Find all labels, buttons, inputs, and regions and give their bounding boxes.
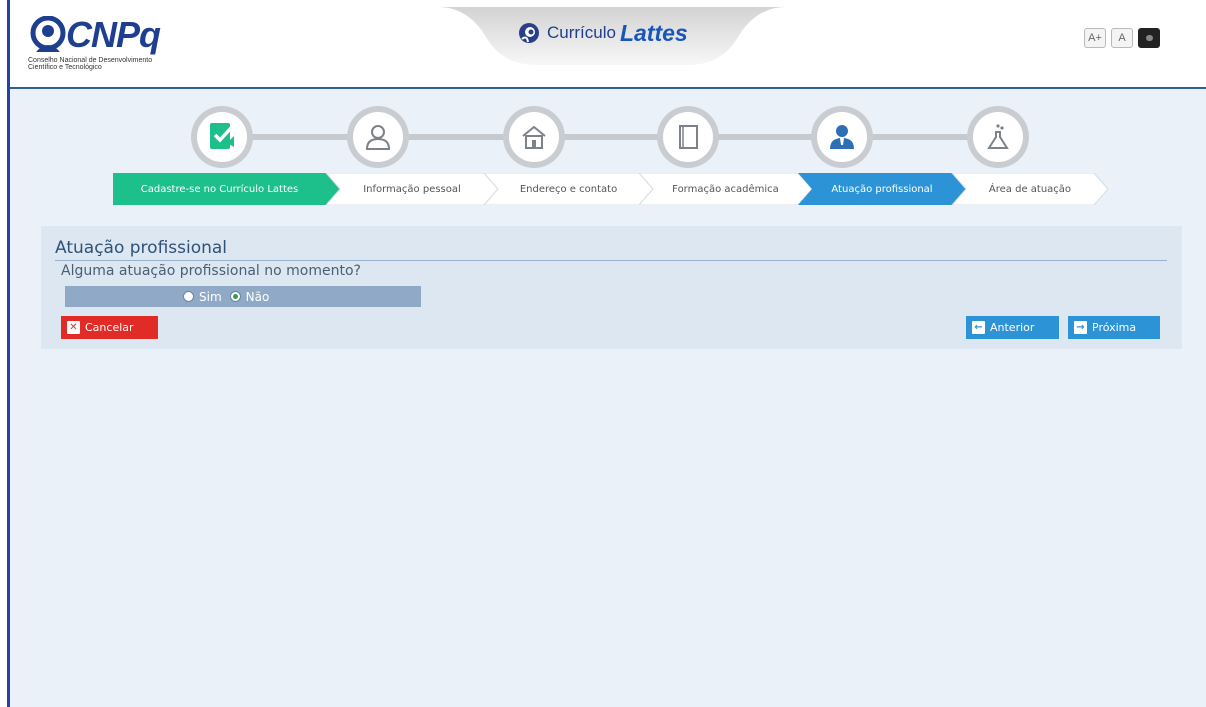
cnpq-logo-icon [30,16,66,52]
house-icon [522,125,546,149]
next-label: Próxima [1092,321,1137,334]
radio-option-nao[interactable]: Não [229,289,270,304]
default-font-button[interactable]: A [1111,28,1133,48]
logo-subtitle-line: Conselho Nacional de Desenvolvimento [28,57,153,64]
logo-subtitle: Conselho Nacional de Desenvolvimento Cie… [28,57,198,71]
step-4-circle[interactable] [657,106,719,168]
arrow-right-icon: → [1074,321,1087,334]
step-informacao-pessoal[interactable]: Informação pessoal [340,173,484,205]
cancel-button[interactable]: ✕ Cancelar [61,316,158,339]
step-formacao-academica[interactable]: Formação acadêmica [653,173,798,205]
cnpq-logo[interactable]: CNPq Conselho Nacional de Desenvolviment… [28,14,208,76]
close-icon: ✕ [67,321,80,334]
next-button[interactable]: → Próxima [1068,316,1160,339]
radio-sim[interactable] [183,291,194,302]
section-divider [55,260,1167,261]
cancel-label: Cancelar [85,321,134,334]
logo-text: CNPq [66,14,161,55]
lattes-logo-icon [519,23,539,43]
step-3-circle[interactable] [503,106,565,168]
radio-nao[interactable] [229,291,241,302]
step-cadastre[interactable]: Cadastre-se no Currículo Lattes [113,173,326,205]
step-6-circle[interactable] [967,106,1029,168]
step-5-circle[interactable] [811,106,873,168]
app-title-big: Lattes [619,19,688,46]
step-atuacao-profissional[interactable]: Atuação profissional [812,173,952,205]
book-icon [679,125,698,149]
person-icon [365,125,391,150]
arrow-left-icon: ← [972,321,985,334]
professional-icon [830,125,854,149]
form-panel: Atuação profissional Alguma atuação prof… [41,226,1182,349]
previous-label: Anterior [990,321,1035,334]
contrast-button[interactable] [1138,28,1160,48]
step-endereco-contato[interactable]: Endereço e contato [498,173,639,205]
radio-option-sim[interactable]: Sim [183,290,222,304]
checklist-icon [210,123,234,149]
previous-button[interactable]: ← Anterior [966,316,1059,339]
logo-subtitle-line: Científico e Tecnológico [28,64,102,71]
contrast-icon [1145,35,1153,41]
answer-radio-group: Sim Não [65,286,421,307]
app-title: Currículo Lattes [518,18,688,48]
increase-font-button[interactable]: A+ [1084,28,1106,48]
app-title-small: Currículo [547,23,616,42]
radio-sim-label: Sim [199,289,222,304]
question-label: Alguma atuação profissional no momento? [61,263,361,279]
accessibility-controls: A+ A [1084,28,1160,48]
step-2-circle[interactable] [347,106,409,168]
radio-nao-label: Não [245,289,270,304]
step-area-atuacao[interactable]: Área de atuação [966,173,1094,205]
step-1-circle[interactable] [191,106,253,168]
flask-icon [987,124,1009,149]
section-title: Atuação profissional [55,238,228,258]
